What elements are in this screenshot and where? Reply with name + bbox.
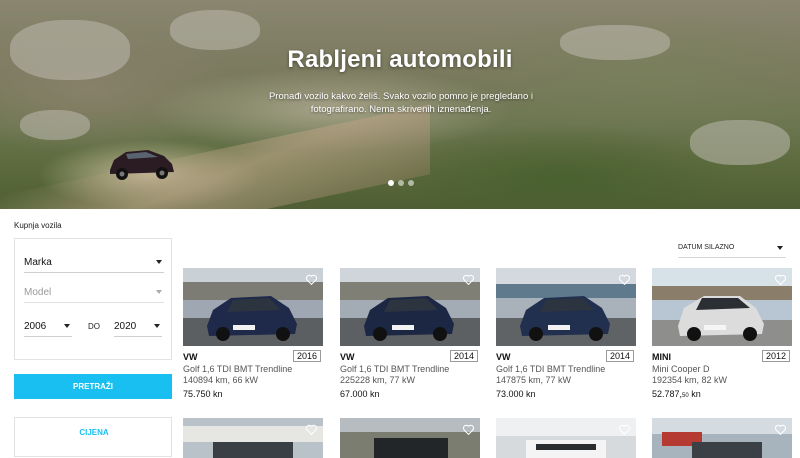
car-model: Golf 1,6 TDI BMT Trendline (340, 364, 450, 374)
favorite-heart-icon[interactable] (462, 273, 475, 286)
make-select-value: Marka (24, 257, 52, 268)
car-photo[interactable] (652, 268, 792, 346)
car-make: MINI (652, 352, 671, 362)
sort-select-value: DATUM SILAZNO (678, 244, 735, 251)
search-button[interactable]: PRETRAŽI (14, 374, 172, 399)
year-badge: 2016 (292, 350, 321, 362)
hero-banner: Rabljeni automobili Pronađi vozilo kakvo… (0, 0, 800, 209)
chevron-down-icon (156, 290, 162, 294)
favorite-heart-icon[interactable] (774, 423, 787, 436)
favorite-heart-icon[interactable] (462, 423, 475, 436)
carousel-dot[interactable] (398, 180, 404, 186)
car-details: 192354 km, 82 kW (652, 375, 728, 385)
chevron-down-icon (777, 246, 783, 250)
listing-card[interactable] (652, 418, 792, 458)
car-model: Golf 1,6 TDI BMT Trendline (496, 364, 606, 374)
hero-rock (20, 110, 90, 140)
car-price-cents: 50 (682, 393, 689, 399)
year-from-select[interactable]: 2006 (24, 315, 72, 337)
car-details: 140894 km, 66 kW (183, 375, 259, 385)
listing-card[interactable]: VW 2016 Golf 1,6 TDI BMT Trendline 14089… (183, 268, 323, 399)
car-photo[interactable] (340, 268, 480, 346)
favorite-heart-icon[interactable] (305, 273, 318, 286)
car-price: 73.000 kn (496, 389, 536, 399)
hero-rock (170, 10, 260, 50)
favorite-heart-icon[interactable] (618, 423, 631, 436)
car-details: 225228 km, 77 kW (340, 375, 416, 385)
year-from-value: 2006 (24, 321, 47, 332)
hero-rock (690, 120, 790, 165)
hero-subtitle: Pronađi vozilo kakvo želiš. Svako vozilo… (268, 91, 534, 115)
chevron-down-icon (154, 324, 160, 328)
year-badge: 2012 (761, 350, 790, 362)
year-separator: DO (88, 322, 100, 331)
favorite-heart-icon[interactable] (305, 423, 318, 436)
favorite-heart-icon[interactable] (774, 273, 787, 286)
car-details: 147875 km, 77 kW (496, 375, 572, 385)
price-filter-label: CIJENA (79, 428, 109, 437)
section-label: Kupnja vozila (14, 221, 62, 230)
listing-card[interactable] (340, 418, 480, 458)
hero-car-image (110, 150, 174, 180)
model-select-value: Model (24, 287, 52, 298)
filter-panel: Marka Model 2006 DO 2020 (14, 238, 172, 360)
car-price-main: 52.787, (652, 389, 683, 399)
chevron-down-icon (64, 324, 70, 328)
car-model: Mini Cooper D (652, 364, 710, 374)
chevron-down-icon (156, 260, 162, 264)
model-select[interactable]: Model (24, 281, 164, 303)
price-filter[interactable]: CIJENA (14, 417, 172, 457)
car-price: 52.787,50 kn (652, 389, 701, 399)
listing-card[interactable] (496, 418, 636, 458)
year-badge: 2014 (605, 350, 634, 362)
listing-card[interactable] (183, 418, 323, 458)
listing-card[interactable]: VW 2014 Golf 1,6 TDI BMT Trendline 22522… (340, 268, 480, 399)
carousel-dot[interactable] (388, 180, 394, 186)
carousel-dots (388, 180, 414, 186)
listing-card[interactable]: MINI 2012 Mini Cooper D 192354 km, 82 kW… (652, 268, 792, 399)
car-make: VW (183, 352, 198, 362)
car-model: Golf 1,6 TDI BMT Trendline (183, 364, 293, 374)
car-make: VW (496, 352, 511, 362)
car-make: VW (340, 352, 355, 362)
year-badge: 2014 (449, 350, 478, 362)
car-price: 75.750 kn (183, 389, 223, 399)
listing-card[interactable]: VW 2014 Golf 1,6 TDI BMT Trendline 14787… (496, 268, 636, 399)
car-photo[interactable] (183, 268, 323, 346)
sort-select[interactable]: DATUM SILAZNO (678, 237, 786, 258)
year-to-select[interactable]: 2020 (114, 315, 162, 337)
page-title: Rabljeni automobili (287, 46, 513, 73)
favorite-heart-icon[interactable] (618, 273, 631, 286)
car-photo[interactable] (496, 268, 636, 346)
year-to-value: 2020 (114, 321, 137, 332)
car-price-currency: kn (691, 389, 701, 399)
car-price: 67.000 kn (340, 389, 380, 399)
carousel-dot[interactable] (408, 180, 414, 186)
make-select[interactable]: Marka (24, 251, 164, 273)
